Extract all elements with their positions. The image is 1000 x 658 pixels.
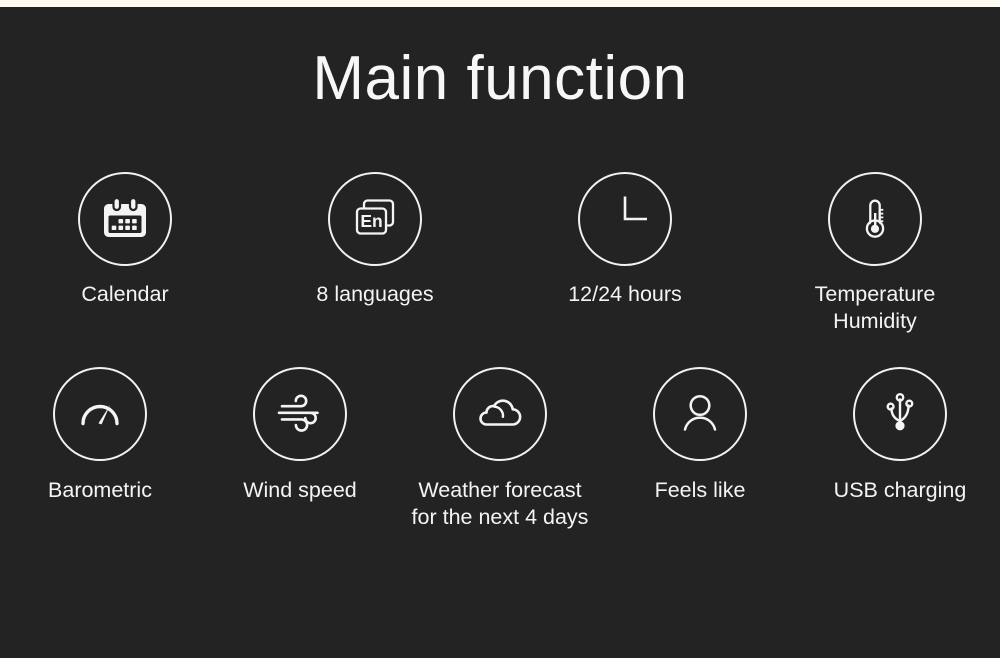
page-title: Main function <box>312 44 688 113</box>
feature-wind-speed[interactable]: Wind speed <box>200 367 400 530</box>
feature-row-2: Barometric Wind speed Weather forecast f… <box>0 367 1000 530</box>
feature-weather-forecast[interactable]: Weather forecast for the next 4 days <box>400 367 600 530</box>
usb-icon <box>886 392 914 431</box>
barometer-icon-ring <box>53 367 147 461</box>
wind-icon <box>277 394 319 432</box>
languages-icon-ring: En <box>328 172 422 266</box>
feature-label: Weather forecast for the next 4 days <box>411 478 589 529</box>
feature-feels-like[interactable]: Feels like <box>600 367 800 530</box>
cloud-icon-ring <box>453 367 547 461</box>
feature-calendar[interactable]: Calendar <box>0 172 250 334</box>
feature-label: Wind speed <box>243 478 357 502</box>
feature-usb-charging[interactable]: USB charging <box>800 367 1000 530</box>
feature-label: 12/24 hours <box>568 282 682 306</box>
calendar-icon-ring <box>78 172 172 266</box>
feature-temperature-humidity[interactable]: Temperature Humidity <box>750 172 1000 334</box>
cloud-icon <box>479 399 522 426</box>
feature-label: Calendar <box>81 282 169 306</box>
clock-icon <box>623 196 647 221</box>
thermometer-icon <box>865 199 885 238</box>
feature-hours[interactable]: 12/24 hours <box>500 172 750 334</box>
clock-hands <box>623 196 647 221</box>
feature-languages[interactable]: En 8 languages <box>250 172 500 334</box>
feature-label: 8 languages <box>316 282 434 306</box>
feature-row-1: Calendar En 8 languages 12/24 hours Temp… <box>0 172 1000 334</box>
languages-icon: En <box>355 199 395 235</box>
usb-icon-ring <box>853 367 947 461</box>
languages-icon-text: En <box>360 211 382 231</box>
feature-label: Barometric <box>48 478 152 502</box>
wind-icon-ring <box>253 367 347 461</box>
barometer-icon <box>81 404 119 426</box>
clock-icon-ring <box>578 172 672 266</box>
top-edge-strip <box>0 0 1000 7</box>
main-function-panel: Main function Calendar En 8 languages 12… <box>0 0 1000 658</box>
thermometer-icon-ring <box>828 172 922 266</box>
feature-label: Temperature Humidity <box>814 282 936 333</box>
person-icon <box>683 394 717 431</box>
feature-barometric[interactable]: Barometric <box>0 367 200 530</box>
feature-label: Feels like <box>654 478 746 502</box>
feature-label: USB charging <box>833 478 967 502</box>
calendar-icon <box>104 196 146 237</box>
person-icon-ring <box>653 367 747 461</box>
